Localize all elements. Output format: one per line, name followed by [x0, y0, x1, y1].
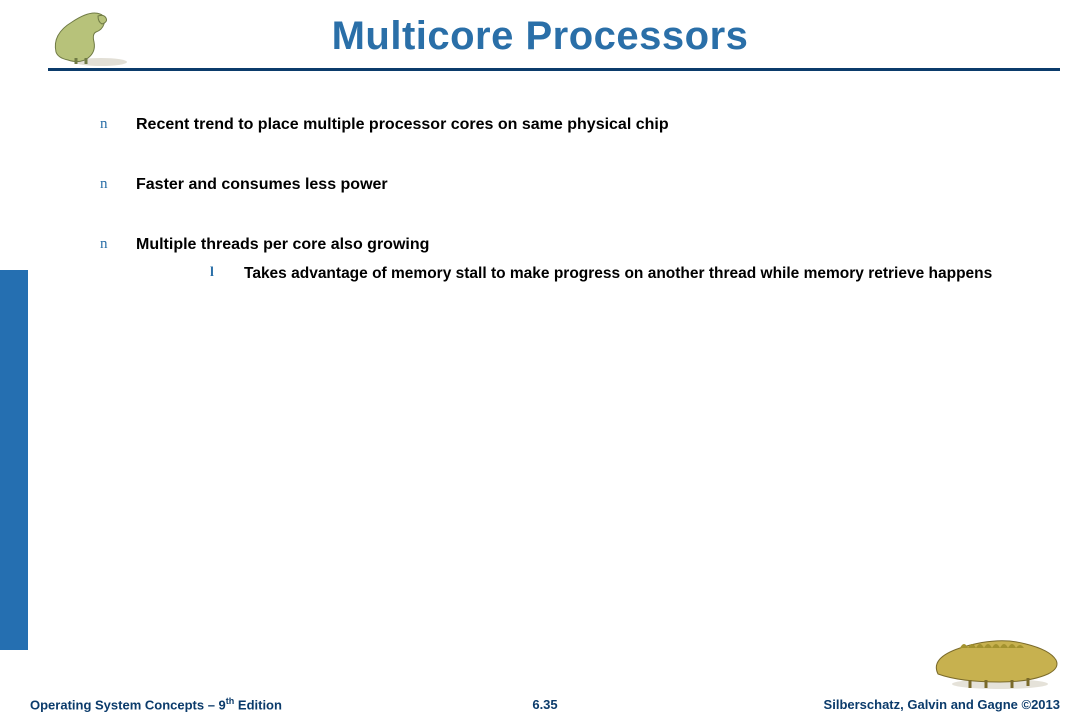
- bullet-item: n Multiple threads per core also growing…: [100, 236, 1050, 285]
- bullet-glyph-l1: n: [100, 176, 136, 193]
- slide: Multicore Processors n Recent trend to p…: [0, 0, 1080, 720]
- content-area: n Recent trend to place multiple process…: [100, 116, 1050, 285]
- sub-bullet-text: Takes advantage of memory stall to make …: [244, 264, 992, 285]
- left-accent-bar: [0, 270, 28, 650]
- bullet-glyph-l1: n: [100, 236, 136, 253]
- sub-bullet-item: l Takes advantage of memory stall to mak…: [210, 264, 1050, 285]
- sub-bullet-group: l Takes advantage of memory stall to mak…: [210, 264, 1050, 285]
- slide-title: Multicore Processors: [0, 14, 1080, 59]
- bullet-glyph-l2: l: [210, 264, 244, 283]
- dinosaur-bottom-right-icon: [930, 630, 1060, 690]
- bullet-item: n Recent trend to place multiple process…: [100, 116, 1050, 134]
- bullet-text: Multiple threads per core also growing: [136, 236, 429, 253]
- title-underline: [48, 68, 1060, 71]
- bullet-item: n Faster and consumes less power: [100, 176, 1050, 194]
- bullet-glyph-l1: n: [100, 116, 136, 133]
- bullet-text: Faster and consumes less power: [136, 176, 388, 194]
- bullet-text: Recent trend to place multiple processor…: [136, 116, 669, 134]
- footer: Operating System Concepts – 9th Edition …: [30, 696, 1060, 712]
- footer-center: 6.35: [30, 697, 1060, 712]
